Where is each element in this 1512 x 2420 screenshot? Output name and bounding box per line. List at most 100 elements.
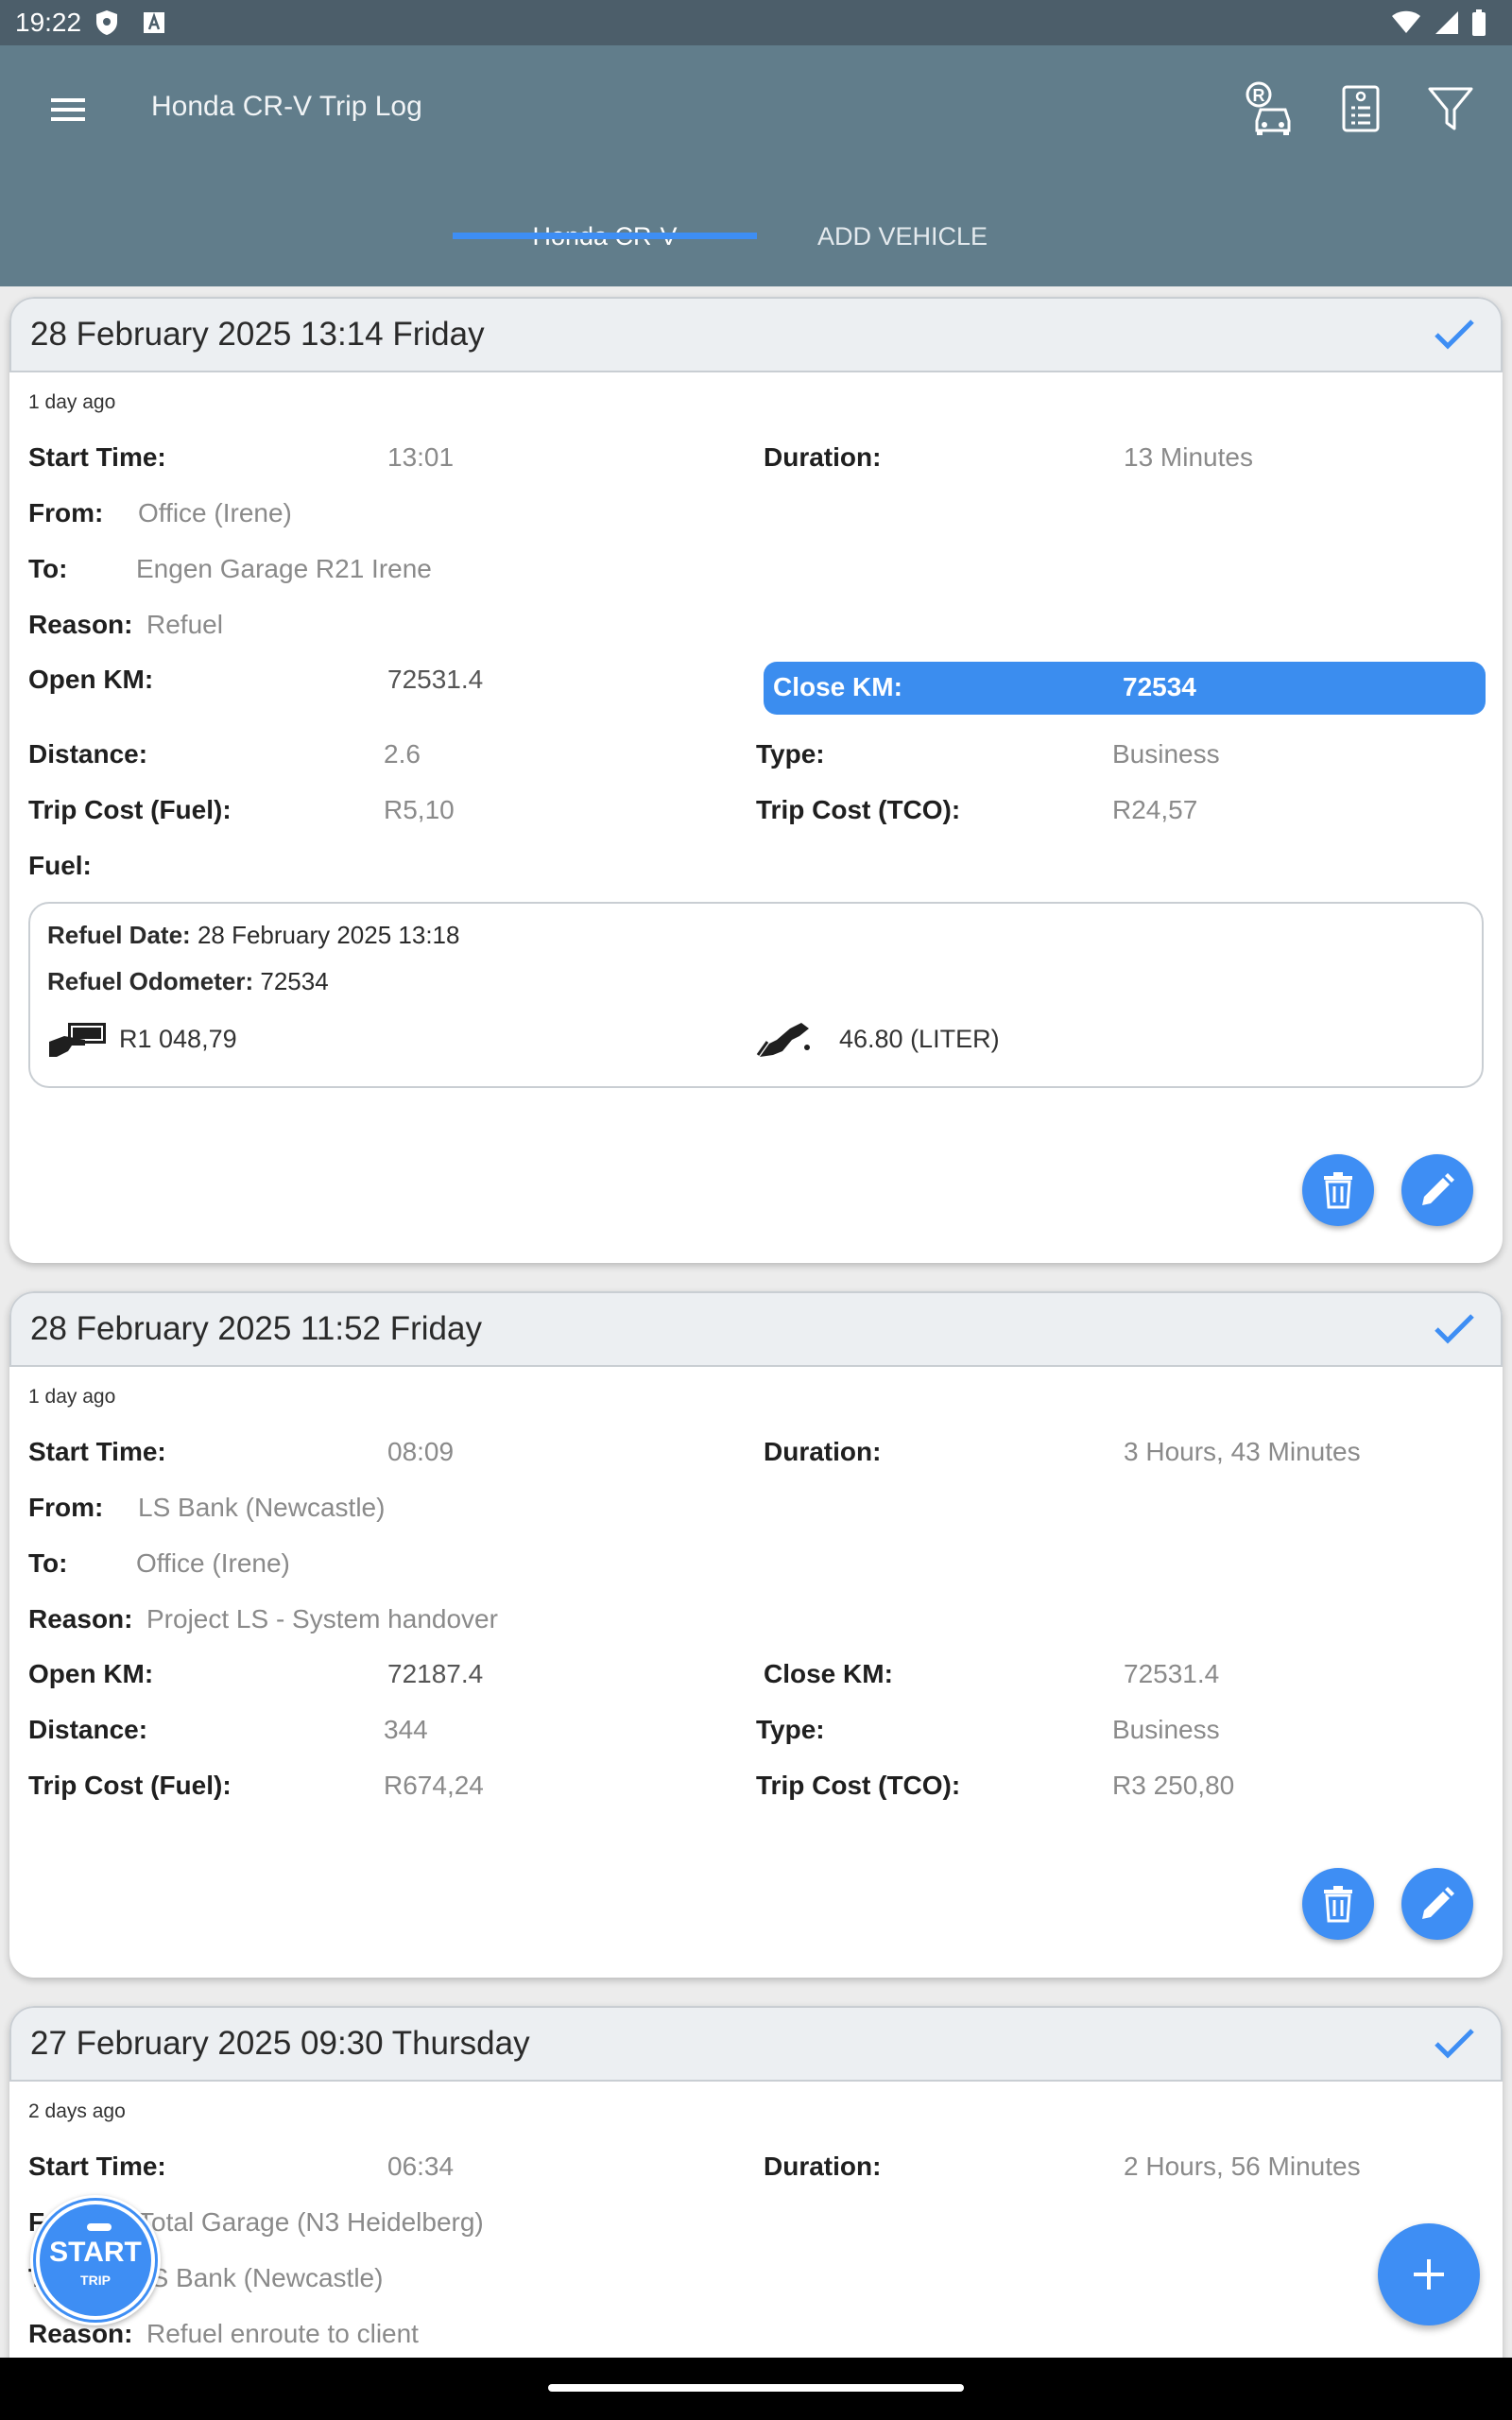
trip-date: 27 February 2025 09:30 Thursday [30, 2025, 530, 2062]
trash-icon [1324, 1172, 1352, 1209]
to-label: To: [28, 554, 68, 583]
trip-cost-tco-label: Trip Cost (TCO): [756, 1771, 961, 1800]
report-icon[interactable] [1332, 79, 1389, 136]
from-label: From: [28, 498, 104, 527]
status-time: 19:22 [15, 8, 82, 37]
fuel-nozzle-icon [756, 1023, 810, 1057]
minus-icon [87, 2223, 112, 2231]
from-label: From: [28, 1493, 104, 1522]
tab-honda-crv[interactable]: Honda CR-V [453, 197, 757, 286]
type-label: Type: [756, 739, 825, 769]
trip-card-header: 27 February 2025 09:30 Thursday [9, 2006, 1503, 2082]
start-time-value: 13:01 [387, 442, 455, 472]
trip-card[interactable]: 27 February 2025 09:30 Thursday 2 days a… [9, 2006, 1503, 2384]
refuel-date-label: Refuel Date: [47, 921, 191, 949]
time-ago: 2 days ago [28, 2100, 126, 2122]
app-title: Honda CR-V Trip Log [151, 91, 422, 122]
vehicle-registration-icon[interactable]: R [1240, 79, 1297, 136]
open-km-value: 72531.4 [387, 665, 484, 694]
add-trip-button[interactable] [1378, 2223, 1480, 2325]
from-value: Office (Irene) [138, 498, 292, 527]
tab-add-vehicle[interactable]: ADD VEHICLE [757, 197, 1048, 286]
navigation-bar [0, 2358, 1512, 2420]
close-km-value: 72531.4 [1124, 1659, 1220, 1688]
home-gesture-handle[interactable] [548, 2384, 964, 2392]
open-km-value: 72187.4 [387, 1659, 484, 1688]
hamburger-menu-icon[interactable] [47, 89, 89, 130]
trip-cost-tco-value: R24,57 [1112, 795, 1198, 824]
refuel-cost-value: R1 048,79 [119, 1025, 237, 1053]
svg-text:R: R [1253, 86, 1265, 105]
type-label: Type: [756, 1715, 825, 1744]
check-icon [1435, 320, 1474, 350]
wifi-icon [1392, 10, 1420, 33]
start-trip-label: START [49, 2237, 142, 2268]
start-time-value: 08:09 [387, 1437, 455, 1466]
time-ago: 1 day ago [28, 1386, 116, 1408]
close-km-label: Close KM: [764, 1659, 893, 1688]
reason-value: Refuel enroute to client [146, 2319, 419, 2348]
trip-cost-tco-value: R3 250,80 [1112, 1771, 1235, 1800]
trip-cost-tco-label: Trip Cost (TCO): [756, 795, 961, 824]
to-value: LS Bank (Newcastle) [136, 2263, 384, 2292]
distance-label: Distance: [28, 739, 148, 769]
distance-value: 344 [384, 1715, 428, 1744]
start-time-label: Start Time: [28, 2152, 166, 2181]
cash-hand-icon [49, 1023, 106, 1057]
duration-value: 3 Hours, 43 Minutes [1124, 1437, 1361, 1466]
from-value: Total Garage (N3 Heidelberg) [138, 2207, 484, 2237]
trip-card[interactable]: 28 February 2025 13:14 Friday 1 day ago … [9, 297, 1503, 1263]
trip-cost-fuel-label: Trip Cost (Fuel): [28, 1771, 232, 1800]
trip-card-header: 28 February 2025 13:14 Friday [9, 297, 1503, 372]
open-km-label: Open KM: [28, 1659, 154, 1688]
delete-trip-button[interactable] [1302, 1154, 1374, 1226]
vehicle-tabs: Honda CR-V ADD VEHICLE [0, 197, 1512, 286]
trip-date: 28 February 2025 11:52 Friday [30, 1310, 482, 1347]
trip-cost-fuel-value: R5,10 [384, 795, 455, 824]
open-km-label: Open KM: [28, 665, 154, 694]
refuel-odometer-value: 72534 [260, 967, 329, 995]
trip-card[interactable]: 28 February 2025 11:52 Friday 1 day ago … [9, 1291, 1503, 1978]
trip-card-header: 28 February 2025 11:52 Friday [9, 1291, 1503, 1367]
type-value: Business [1112, 739, 1220, 769]
battery-icon [1472, 9, 1486, 36]
reason-label: Reason: [28, 1604, 133, 1634]
status-bar: 19:22 [0, 0, 1512, 45]
trip-cost-fuel-value: R674,24 [384, 1771, 484, 1800]
trip-date: 28 February 2025 13:14 Friday [30, 316, 485, 353]
pencil-icon [1422, 1173, 1454, 1205]
duration-value: 2 Hours, 56 Minutes [1124, 2152, 1361, 2181]
check-icon [1435, 2029, 1474, 2059]
close-km-label: Close KM: [773, 672, 902, 701]
refuel-quantity-value: 46.80 (LITER) [839, 1025, 1000, 1053]
plus-icon [1414, 2259, 1444, 2290]
trip-cost-fuel-label: Trip Cost (Fuel): [28, 795, 232, 824]
active-tab-indicator [453, 233, 757, 239]
filter-icon[interactable] [1422, 79, 1479, 136]
refuel-box: Refuel Date: 28 February 2025 13:18 Refu… [28, 902, 1484, 1088]
start-trip-sublabel: TRIP [80, 2273, 111, 2288]
time-ago: 1 day ago [28, 391, 116, 413]
close-km-highlight: Close KM: 72534 [764, 662, 1486, 715]
duration-label: Duration: [764, 2152, 882, 2181]
edit-trip-button[interactable] [1401, 1154, 1473, 1226]
pencil-icon [1422, 1887, 1454, 1919]
to-value: Office (Irene) [136, 1548, 290, 1578]
cellular-signal-icon [1435, 11, 1458, 34]
trash-icon [1324, 1886, 1352, 1923]
type-value: Business [1112, 1715, 1220, 1744]
to-value: Engen Garage R21 Irene [136, 554, 432, 583]
fuel-label: Fuel: [28, 851, 92, 880]
distance-label: Distance: [28, 1715, 148, 1744]
start-time-label: Start Time: [28, 442, 166, 472]
edit-trip-button[interactable] [1401, 1868, 1473, 1940]
distance-value: 2.6 [384, 739, 421, 769]
reason-value: Project LS - System handover [146, 1604, 498, 1634]
start-time-value: 06:34 [387, 2152, 455, 2181]
start-trip-button[interactable]: START TRIP [30, 2195, 161, 2325]
refuel-odometer-label: Refuel Odometer: [47, 967, 254, 995]
keyboard-a-icon [144, 12, 164, 33]
to-label: To: [28, 1548, 68, 1578]
delete-trip-button[interactable] [1302, 1868, 1374, 1940]
check-icon [1435, 1314, 1474, 1344]
